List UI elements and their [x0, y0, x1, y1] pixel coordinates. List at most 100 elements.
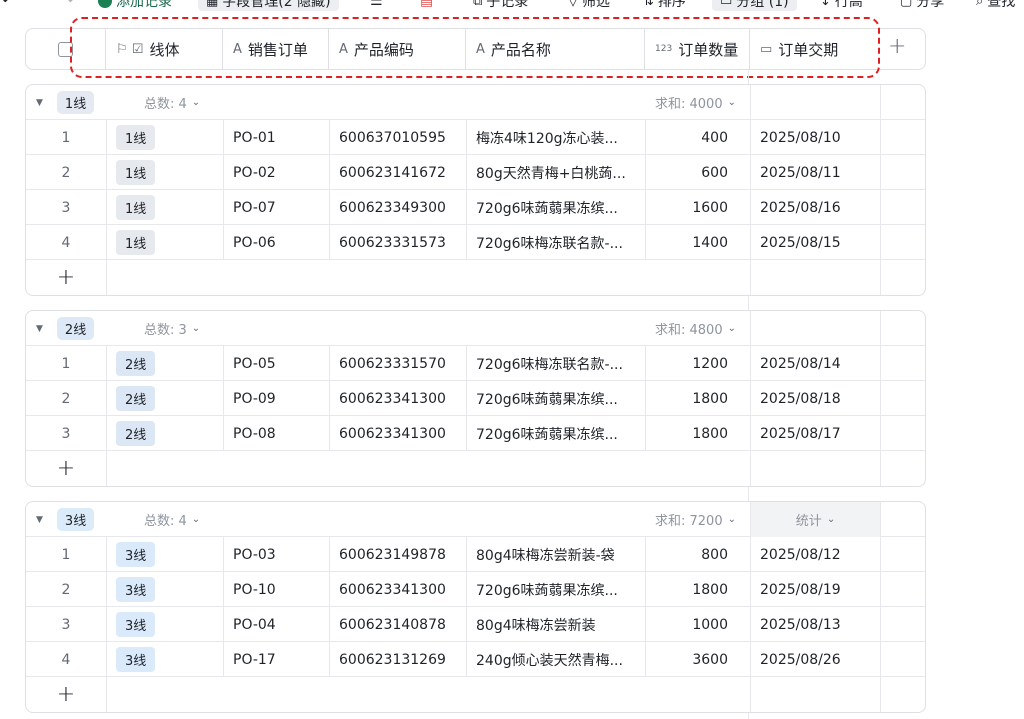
row-height-button[interactable]: ↕ 行高 — [820, 0, 863, 11]
group-count[interactable]: 总数: 4 ⌄ — [144, 85, 264, 120]
field-manage-button[interactable]: ▦ 字段管理(2 隐藏) — [198, 0, 339, 11]
product-name-cell[interactable]: 720g6味蒟蒻果冻缤... — [466, 381, 645, 416]
date-cell[interactable]: 2025/08/26 — [750, 642, 880, 677]
product-name-cell[interactable]: 720g6味梅冻联名款-... — [466, 346, 645, 381]
code-cell[interactable]: 600623131269 — [329, 642, 466, 677]
order-cell[interactable]: PO-06 — [223, 225, 329, 260]
product-name-cell[interactable]: 80g天然青梅+白桃蒟... — [466, 155, 645, 190]
date-cell[interactable]: 2025/08/14 — [750, 346, 880, 381]
row-number[interactable]: 3 — [26, 607, 106, 642]
product-name-cell[interactable]: 80g4味梅冻尝新装-袋 — [466, 537, 645, 572]
share-button[interactable]: ▢ 分享 — [900, 0, 944, 11]
product-name-cell[interactable]: 梅冻4味120g冻心装... — [466, 120, 645, 155]
order-cell[interactable]: PO-03 — [223, 537, 329, 572]
row-number[interactable]: 4 — [26, 642, 106, 677]
order-cell[interactable]: PO-08 — [223, 416, 329, 451]
product-name-cell[interactable]: 720g6味蒟蒻果冻缤... — [466, 572, 645, 607]
code-cell[interactable]: 600623341300 — [329, 381, 466, 416]
sort-button[interactable]: ⇅ 排序 — [643, 0, 686, 11]
search-button[interactable]: ⌕ 查找 — [976, 0, 1015, 11]
add-row[interactable]: + — [26, 451, 925, 486]
line-cell[interactable]: 3线 — [106, 572, 223, 607]
add-row-icon[interactable]: + — [26, 260, 106, 295]
table-row[interactable]: 3 3线 PO-04 600623140878 80g4味梅冻尝新装 1000 2025/0… — [26, 607, 925, 642]
qty-cell[interactable]: 1600 — [645, 190, 750, 225]
add-record-button[interactable]: 添加记录 — [98, 0, 172, 11]
qty-cell[interactable]: 1200 — [645, 346, 750, 381]
table-row[interactable]: 2 3线 PO-10 600623341300 720g6味蒟蒻果冻缤... 1800 20… — [26, 572, 925, 607]
product-name-cell[interactable]: 240g倾心装天然青梅... — [466, 642, 645, 677]
filter-button[interactable]: ▽ 筛选 — [568, 0, 610, 11]
group-title[interactable]: ▼ 3线 — [36, 502, 146, 537]
order-cell[interactable]: PO-05 — [223, 346, 329, 381]
date-cell[interactable]: 2025/08/16 — [750, 190, 880, 225]
product-name-cell[interactable]: 80g4味梅冻尝新装 — [466, 607, 645, 642]
date-cell[interactable]: 2025/08/10 — [750, 120, 880, 155]
code-cell[interactable]: 600623331573 — [329, 225, 466, 260]
group-header[interactable]: ▼ 3线 总数: 4 ⌄ 求和: 7200 ⌄ 统计 ⌄ — [26, 502, 925, 537]
row-number[interactable]: 3 — [26, 190, 106, 225]
line-cell[interactable]: 2线 — [106, 381, 223, 416]
date-cell[interactable]: 2025/08/17 — [750, 416, 880, 451]
add-row[interactable]: + — [26, 260, 925, 295]
group-header[interactable]: ▼ 1线 总数: 4 ⌄ 求和: 4000 ⌄ — [26, 85, 925, 120]
table-row[interactable]: 2 1线 PO-02 600623141672 80g天然青梅+白桃蒟... 600 202… — [26, 155, 925, 190]
line-cell[interactable]: 1线 — [106, 225, 223, 260]
date-cell[interactable]: 2025/08/12 — [750, 537, 880, 572]
order-cell[interactable]: PO-09 — [223, 381, 329, 416]
add-row[interactable]: + — [26, 677, 925, 712]
add-row-icon[interactable]: + — [26, 451, 106, 486]
undo-icon[interactable]: ↶ — [2, 0, 14, 11]
product-name-cell[interactable]: 720g6味蒟蒻果冻缤... — [466, 416, 645, 451]
collapse-triangle-icon[interactable]: ▼ — [36, 515, 43, 525]
group-header[interactable]: ▼ 2线 总数: 3 ⌄ 求和: 4800 ⌄ — [26, 311, 925, 346]
group-sum[interactable]: 求和: 4800 ⌄ — [645, 311, 750, 346]
line-cell[interactable]: 3线 — [106, 537, 223, 572]
code-cell[interactable]: 600623149878 — [329, 537, 466, 572]
date-cell[interactable]: 2025/08/13 — [750, 607, 880, 642]
date-cell[interactable]: 2025/08/15 — [750, 225, 880, 260]
group-sum[interactable]: 求和: 7200 ⌄ — [645, 502, 750, 537]
qty-cell[interactable]: 400 — [645, 120, 750, 155]
table-row[interactable]: 4 3线 PO-17 600623131269 240g倾心装天然青梅... 3600 20… — [26, 642, 925, 677]
table-row[interactable]: 1 2线 PO-05 600623331570 720g6味梅冻联名款-... 1200 2… — [26, 346, 925, 381]
qty-cell[interactable]: 1800 — [645, 381, 750, 416]
row-number[interactable]: 2 — [26, 381, 106, 416]
line-cell[interactable]: 1线 — [106, 190, 223, 225]
order-cell[interactable]: PO-02 — [223, 155, 329, 190]
row-number[interactable]: 1 — [26, 120, 106, 155]
sub-record-button[interactable]: ⧉ 子记录 — [473, 0, 528, 11]
code-cell[interactable]: 600623141672 — [329, 155, 466, 190]
qty-cell[interactable]: 1800 — [645, 416, 750, 451]
qty-cell[interactable]: 1800 — [645, 572, 750, 607]
qty-cell[interactable]: 600 — [645, 155, 750, 190]
row-number[interactable]: 3 — [26, 416, 106, 451]
code-cell[interactable]: 600623349300 — [329, 190, 466, 225]
table-row[interactable]: 1 3线 PO-03 600623149878 80g4味梅冻尝新装-袋 800 2025/… — [26, 537, 925, 572]
code-cell[interactable]: 600623331570 — [329, 346, 466, 381]
collapse-triangle-icon[interactable]: ▼ — [36, 98, 43, 108]
table-row[interactable]: 3 1线 PO-07 600623349300 720g6味蒟蒻果冻缤... 1600 20… — [26, 190, 925, 225]
code-cell[interactable]: 600623341300 — [329, 416, 466, 451]
line-cell[interactable]: 2线 — [106, 346, 223, 381]
date-cell[interactable]: 2025/08/18 — [750, 381, 880, 416]
line-cell[interactable]: 3线 — [106, 642, 223, 677]
order-cell[interactable]: PO-01 — [223, 120, 329, 155]
row-number[interactable]: 4 — [26, 225, 106, 260]
group-count[interactable]: 总数: 3 ⌄ — [144, 311, 264, 346]
group-title[interactable]: ▼ 2线 — [36, 311, 146, 346]
row-number[interactable]: 1 — [26, 346, 106, 381]
order-cell[interactable]: PO-10 — [223, 572, 329, 607]
line-cell[interactable]: 1线 — [106, 155, 223, 190]
redo-icon[interactable]: ↷ — [62, 0, 74, 11]
line-cell[interactable]: 3线 — [106, 607, 223, 642]
add-row-icon[interactable]: + — [26, 677, 106, 712]
group-stat-cell[interactable]: 统计 ⌄ — [751, 502, 880, 537]
qty-cell[interactable]: 1400 — [645, 225, 750, 260]
add-column-icon[interactable]: + — [888, 34, 906, 59]
collapse-triangle-icon[interactable]: ▼ — [36, 324, 43, 334]
date-cell[interactable]: 2025/08/19 — [750, 572, 880, 607]
order-cell[interactable]: PO-07 — [223, 190, 329, 225]
table-row[interactable]: 1 1线 PO-01 600637010595 梅冻4味120g冻心装... 400 202… — [26, 120, 925, 155]
code-cell[interactable]: 600623341300 — [329, 572, 466, 607]
